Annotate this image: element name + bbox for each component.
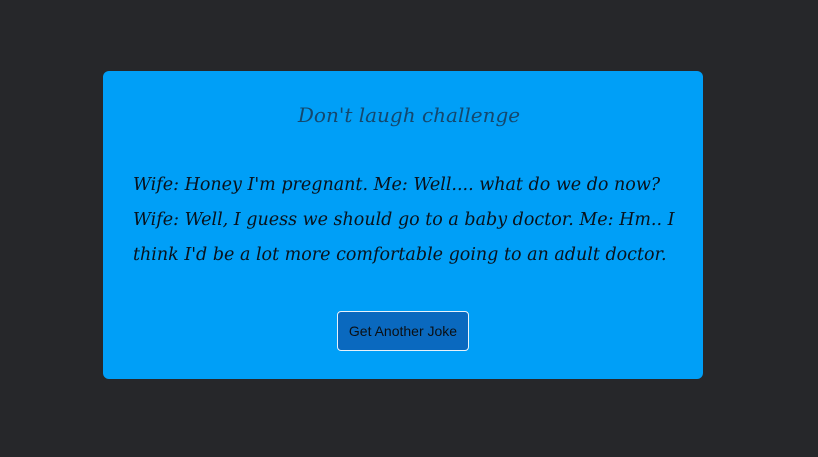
page-title: Don't laugh challenge — [297, 103, 521, 127]
joke-text: Wife: Honey I'm pregnant. Me: Well.... w… — [133, 175, 675, 265]
get-another-joke-button[interactable]: Get Another Joke — [337, 311, 469, 351]
